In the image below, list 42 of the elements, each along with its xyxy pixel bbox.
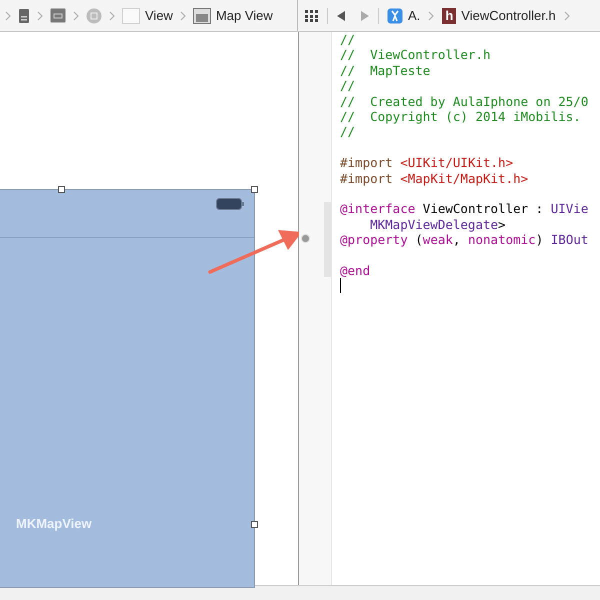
breadcrumb-item[interactable]: A. <box>387 8 420 24</box>
battery-icon <box>216 198 244 210</box>
resize-handle[interactable] <box>251 186 258 193</box>
breadcrumb-item[interactable] <box>50 8 66 23</box>
back-arrow-icon[interactable] <box>336 10 346 22</box>
chevron-icon <box>180 10 186 20</box>
chevron-icon <box>37 10 43 20</box>
code-line: // Copyright (c) 2014 iMobilis. <box>340 108 581 124</box>
breadcrumb-item[interactable]: View <box>122 8 173 24</box>
map-view-label: MKMapView <box>16 516 92 531</box>
code-line: // <box>340 32 356 47</box>
breadcrumb-item[interactable]: h ViewController.h <box>442 8 556 24</box>
window-icon <box>50 8 66 23</box>
breadcrumb-item[interactable] <box>18 8 30 24</box>
outlet-connection-icon[interactable] <box>301 234 310 243</box>
chevron-icon <box>73 10 79 20</box>
code-line: @property (weak, nonatomic) IBOut <box>340 232 588 248</box>
grid-icon[interactable] <box>305 10 319 22</box>
resize-handle[interactable] <box>58 186 65 193</box>
circle-icon <box>86 8 102 24</box>
header-file-icon: h <box>442 8 456 24</box>
code-line: @end <box>340 262 370 278</box>
text-cursor <box>340 278 341 294</box>
chevron-icon <box>428 10 434 20</box>
code-line: #import <MapKit/MapKit.h> <box>340 170 528 186</box>
view-icon <box>122 8 140 24</box>
code-line: MKMapViewDelegate> <box>369 216 506 232</box>
code-line: // <box>340 124 356 140</box>
resize-handle[interactable] <box>251 521 258 528</box>
app-icon <box>387 8 403 24</box>
code-line: #import <UIKit/UIKit.h> <box>340 155 514 170</box>
chevron-icon <box>564 10 570 20</box>
code-line: @interface ViewController : UIVie <box>340 201 588 216</box>
chevron-icon <box>109 10 115 20</box>
breadcrumb-item[interactable]: Map View <box>192 8 273 24</box>
code-line: // MapTeste <box>340 62 430 78</box>
map-view-icon <box>192 8 211 24</box>
document-icon <box>18 8 30 24</box>
code-line: // <box>340 78 356 94</box>
chevron-icon <box>5 10 11 20</box>
code-line: // ViewController.h <box>340 47 491 62</box>
code-line: // Created by AulaIphone on 25/0 <box>340 94 588 109</box>
